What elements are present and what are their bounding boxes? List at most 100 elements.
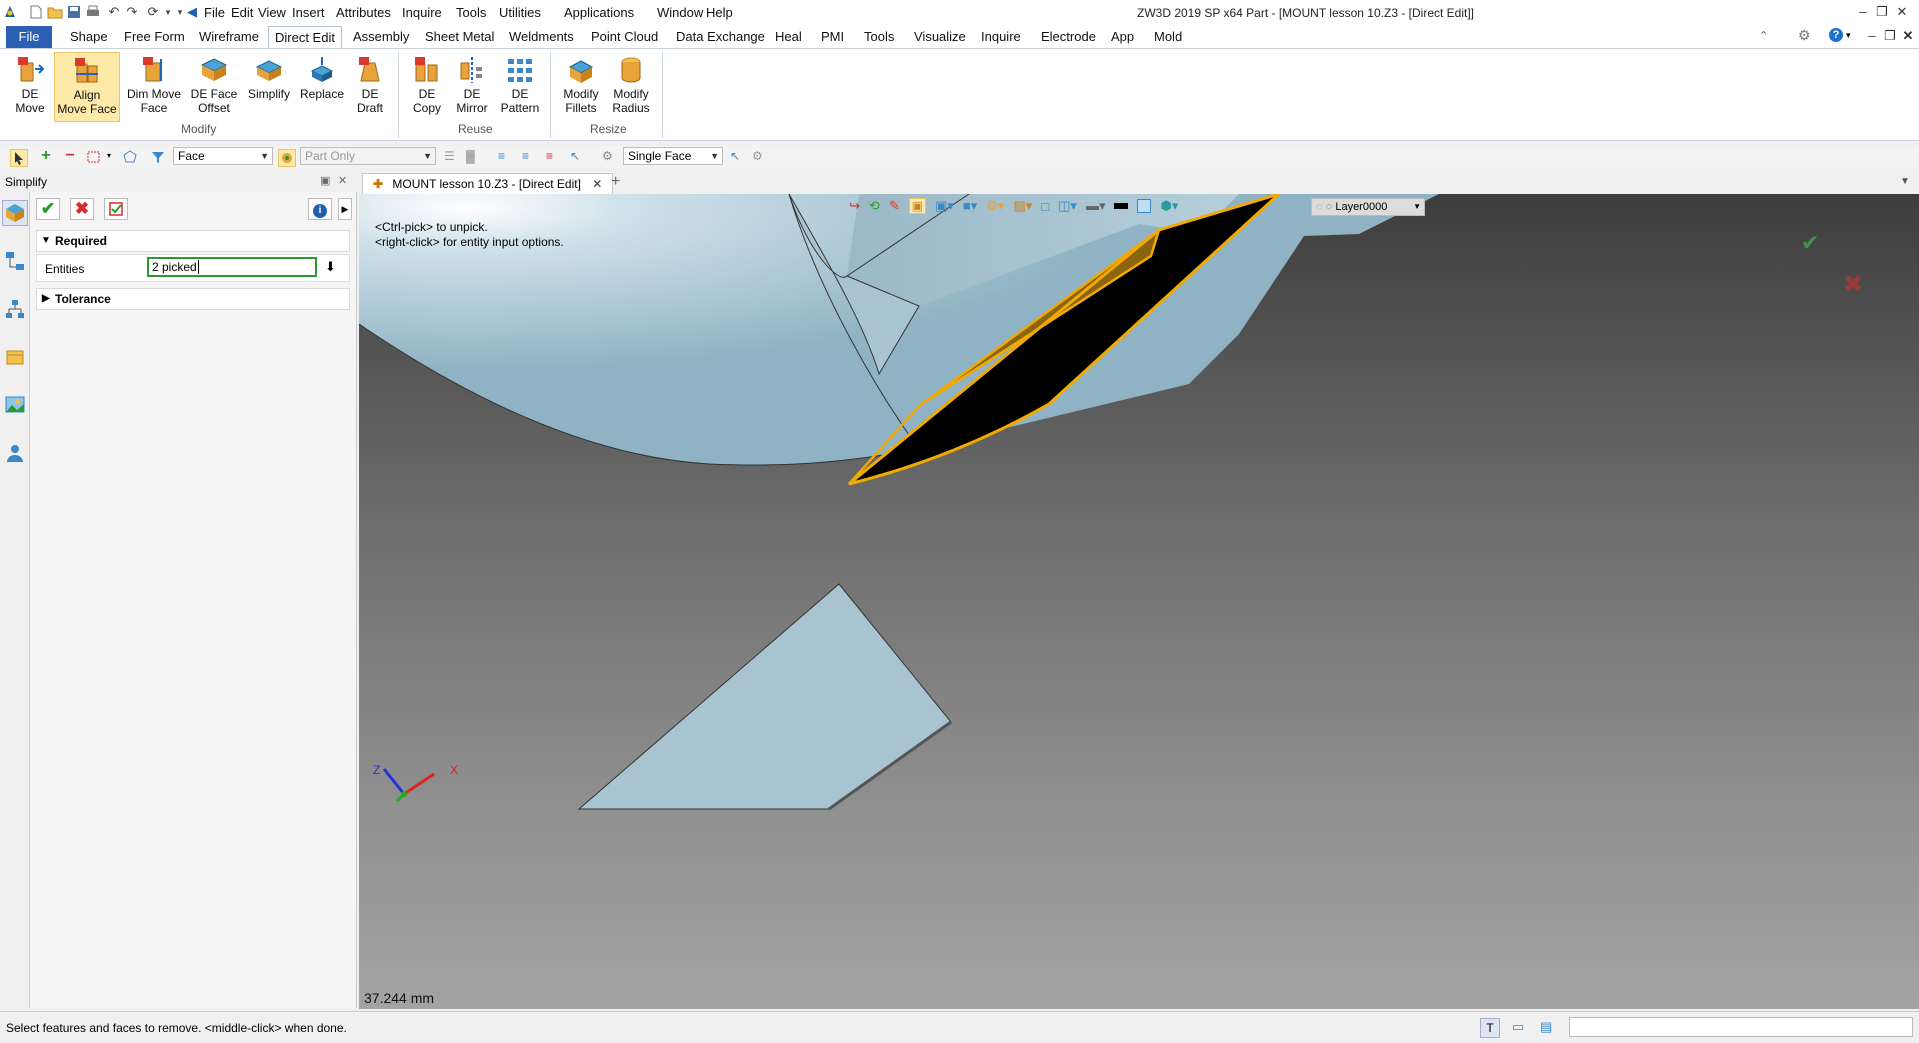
print-icon[interactable] <box>85 4 101 20</box>
tab-inquire[interactable]: Inquire <box>975 26 1027 48</box>
shaded-cube-icon[interactable]: ▣ <box>908 198 927 214</box>
tab-shape[interactable]: Shape <box>64 26 114 48</box>
exit-icon[interactable]: ↪ <box>849 198 860 214</box>
de-copy-button[interactable]: DE Copy <box>404 52 450 122</box>
align-move-face-button[interactable]: Align Move Face <box>54 52 120 122</box>
tab-pmi[interactable]: PMI <box>815 26 850 48</box>
restore-icon[interactable]: ❐ <box>1882 28 1898 44</box>
document-close-icon[interactable]: ✕ <box>592 177 602 191</box>
modify-fillets-button[interactable]: Modify Fillets <box>556 52 606 122</box>
side-tab-user[interactable] <box>4 442 26 467</box>
tab-tools[interactable]: Tools <box>858 26 900 48</box>
de-mirror-button[interactable]: DE Mirror <box>450 52 494 122</box>
align-right-icon[interactable]: ≡ <box>546 149 562 165</box>
lower-block-face[interactable] <box>577 583 952 810</box>
tab-visualize[interactable]: Visualize <box>908 26 972 48</box>
remove-pick-icon[interactable]: − <box>62 148 78 165</box>
document-tab[interactable]: ✚ MOUNT lesson 10.Z3 - [Direct Edit] ✕ <box>362 173 614 195</box>
minimize-icon[interactable]: – <box>1864 28 1880 44</box>
tab-direct-edit[interactable]: Direct Edit <box>268 26 342 48</box>
viewport-layout-icon[interactable]: □ <box>1041 199 1049 214</box>
box-select-dropdown-icon[interactable]: ▾ <box>107 151 111 160</box>
required-section-header[interactable]: ▼ Required <box>36 230 350 252</box>
align-center-icon[interactable]: ≡ <box>522 149 538 165</box>
viewport-accept-icon[interactable]: ✔ <box>1801 230 1819 256</box>
collapse-ribbon-icon[interactable]: ⌃ <box>1759 29 1768 42</box>
tab-data-exchange[interactable]: Data Exchange <box>670 26 771 48</box>
menu-edit[interactable]: Edit <box>231 5 253 20</box>
side-tab-parts[interactable] <box>4 346 26 371</box>
save-icon[interactable] <box>66 4 82 20</box>
mdi-restore-icon[interactable]: ❐ <box>1874 4 1890 20</box>
help-icon[interactable]: ? <box>1829 28 1843 42</box>
tab-mold[interactable]: Mold <box>1148 26 1188 48</box>
menu-insert[interactable]: Insert <box>292 5 325 20</box>
scope-combo[interactable]: Part Only ▼ <box>300 147 436 165</box>
panel-expand-icon[interactable]: ▶ <box>338 198 352 220</box>
tab-app[interactable]: App <box>1105 26 1140 48</box>
status-monitor-icon[interactable]: ▭ <box>1512 1019 1524 1035</box>
settings-gear-icon[interactable]: ⚙ <box>1798 27 1811 44</box>
color-swatch-icon[interactable] <box>1114 203 1129 209</box>
section-icon[interactable]: ▧▾ <box>1013 198 1032 214</box>
side-tab-visual[interactable] <box>4 394 26 419</box>
render-mode-icon[interactable]: ■▾ <box>963 198 977 214</box>
layer-manager-icon[interactable]: ⬢▾ <box>1160 198 1178 214</box>
cancel-button[interactable]: ✖ <box>70 198 94 220</box>
tab-electrode[interactable]: Electrode <box>1035 26 1102 48</box>
pick-chain-icon[interactable]: ⚙ <box>752 149 768 165</box>
add-pick-icon[interactable]: + <box>38 148 54 165</box>
side-tab-assembly[interactable] <box>4 250 26 275</box>
info-button[interactable]: i <box>308 198 332 220</box>
menu-utilities[interactable]: Utilities <box>499 5 541 20</box>
menu-window[interactable]: Window <box>657 5 703 20</box>
simplify-button[interactable]: Simplify <box>244 52 294 122</box>
new-document-tab-icon[interactable]: + <box>611 173 620 191</box>
close-icon[interactable]: ✕ <box>1900 28 1916 44</box>
de-draft-button[interactable]: DE Draft <box>348 52 392 122</box>
side-tab-history[interactable] <box>4 298 26 323</box>
gear-filter-icon[interactable]: ⚙ <box>602 149 618 165</box>
tab-file[interactable]: File <box>6 26 52 48</box>
de-pattern-button[interactable]: DE Pattern <box>496 52 544 122</box>
dim-move-face-button[interactable]: Dim Move Face <box>124 52 184 122</box>
replace-button[interactable]: Replace <box>298 52 346 122</box>
status-text-icon[interactable]: T <box>1480 1018 1500 1038</box>
ok-button[interactable]: ✔ <box>36 198 60 220</box>
tab-free-form[interactable]: Free Form <box>118 26 191 48</box>
pick-point-icon[interactable]: ↖ <box>570 149 586 165</box>
de-face-offset-button[interactable]: DE Face Offset <box>188 52 240 122</box>
pick-arrow-icon[interactable]: ↖ <box>730 149 746 165</box>
apply-button[interactable] <box>104 198 128 220</box>
pick-cursor-icon[interactable] <box>10 149 28 167</box>
repick-icon[interactable]: ⟲ <box>869 198 880 214</box>
entities-input[interactable]: 2 picked <box>147 257 317 277</box>
menu-applications[interactable]: Applications <box>564 5 634 20</box>
part-scope-icon[interactable] <box>278 149 296 167</box>
open-folder-icon[interactable] <box>47 4 63 20</box>
help-dropdown-icon[interactable]: ▾ <box>1846 30 1851 41</box>
menu-help[interactable]: Help <box>706 5 733 20</box>
menu-attributes[interactable]: Attributes <box>336 5 391 20</box>
back-arrow-icon[interactable]: ◀ <box>184 4 200 20</box>
align-left-icon[interactable]: ≡ <box>498 149 514 165</box>
tab-assembly[interactable]: Assembly <box>347 26 415 48</box>
tab-sheet-metal[interactable]: Sheet Metal <box>419 26 500 48</box>
tab-weldments[interactable]: Weldments <box>503 26 580 48</box>
pencil-icon[interactable]: ✎ <box>889 198 900 214</box>
viewport-cancel-icon[interactable]: ✖ <box>1843 270 1863 299</box>
panel-close-icon[interactable]: ✕ <box>338 174 347 187</box>
menu-tools[interactable]: Tools <box>456 5 486 20</box>
lasso-icon[interactable] <box>122 149 138 165</box>
side-tab-feature[interactable] <box>2 200 28 226</box>
mdi-close-icon[interactable]: ✕ <box>1894 4 1910 20</box>
modify-radius-button[interactable]: Modify Radius <box>606 52 656 122</box>
pick-mode-combo[interactable]: Single Face ▼ <box>623 147 723 165</box>
3d-viewport[interactable]: <Ctrl-pick> to unpick. <right-click> for… <box>359 194 1919 1009</box>
tab-point-cloud[interactable]: Point Cloud <box>585 26 664 48</box>
status-window-icon[interactable]: ▤ <box>1540 1019 1552 1035</box>
tolerance-section-header[interactable]: ▶ Tolerance <box>36 288 350 310</box>
filter-combo[interactable]: Face ▼ <box>173 147 273 165</box>
display-icon[interactable]: ▬▾ <box>1086 198 1106 214</box>
background-icon[interactable] <box>1137 199 1152 213</box>
